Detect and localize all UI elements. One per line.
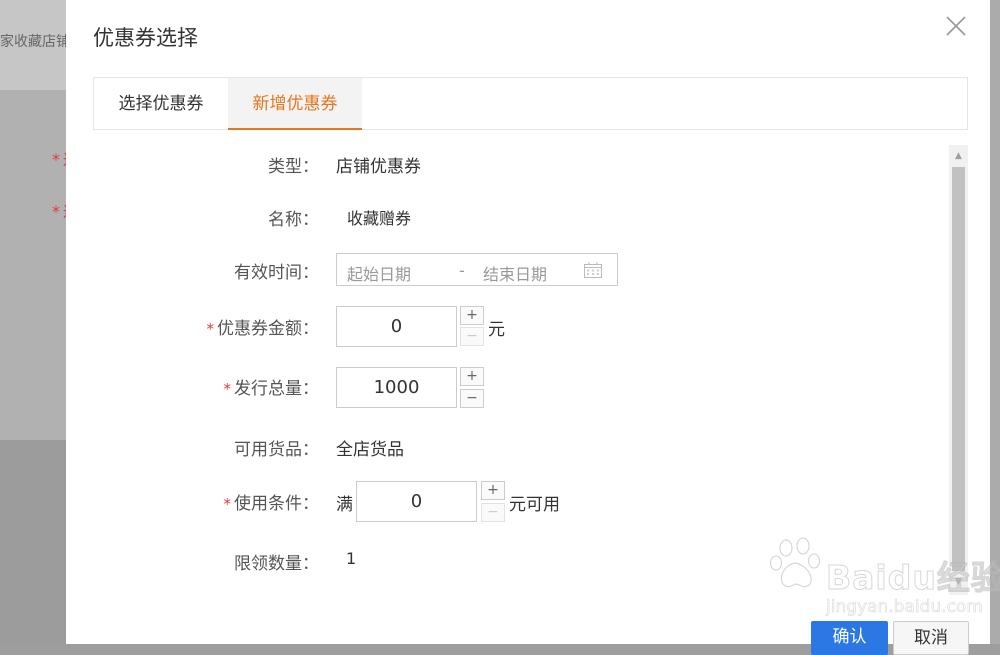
paw-logo-icon <box>769 537 821 588</box>
amount-increment-button[interactable]: + <box>460 306 484 325</box>
date-range-picker[interactable]: 起始日期 - 结束日期 <box>336 253 618 286</box>
watermark-url: jingyan.baidu.com <box>826 597 983 618</box>
valid-time-label: 有效时间： <box>234 263 319 283</box>
condition-label-text: 使用条件： <box>234 494 319 514</box>
limit-value: 1 <box>346 549 357 568</box>
tab-select-coupon[interactable]: 选择优惠券 <box>94 78 228 130</box>
name-value: 收藏赠券 <box>347 209 412 228</box>
condition-increment-button[interactable]: + <box>481 481 505 500</box>
name-label: 名称： <box>268 210 319 230</box>
calendar-icon[interactable] <box>583 261 603 283</box>
background-partial-text: 家收藏店铺 <box>0 34 70 50</box>
total-decrement-button[interactable]: − <box>460 389 484 408</box>
condition-prefix: 满 <box>336 495 353 515</box>
type-label: 类型： <box>268 157 319 177</box>
cancel-button[interactable]: 取消 <box>893 621 969 655</box>
end-date-input[interactable]: 结束日期 <box>483 261 547 285</box>
scroll-up-arrow-icon[interactable]: ▲ <box>949 151 968 161</box>
condition-input[interactable]: 0 <box>356 481 477 522</box>
total-increment-button[interactable]: + <box>460 367 484 386</box>
scrollbar[interactable]: ▲ ▼ <box>949 145 968 595</box>
background-required-marker: * <box>52 202 60 221</box>
required-marker: * <box>206 320 215 338</box>
total-label-text: 发行总量： <box>234 379 319 399</box>
date-range-separator: - <box>459 261 465 280</box>
total-label: * 发行总量： <box>66 374 320 399</box>
goods-value: 全店货品 <box>336 440 404 460</box>
tab-bar: 选择优惠券 新增优惠券 <box>93 77 968 130</box>
amount-unit: 元 <box>488 320 505 340</box>
required-marker: * <box>223 495 232 513</box>
type-value: 店铺优惠券 <box>336 157 421 177</box>
limit-label: 限领数量： <box>234 554 319 574</box>
required-marker: * <box>223 380 232 398</box>
background-required-marker: * <box>52 150 60 169</box>
coupon-select-dialog: 优惠券选择 选择优惠券 新增优惠券 类型： 店铺优惠券 名称： 收藏赠券 有效时… <box>66 0 1000 655</box>
condition-label: * 使用条件： <box>66 489 320 514</box>
condition-decrement-button[interactable]: − <box>481 503 505 522</box>
close-icon[interactable] <box>944 14 968 38</box>
baidu-watermark: Baidu经验 jingyan.baidu.com <box>766 535 1000 620</box>
tab-new-coupon[interactable]: 新增优惠券 <box>228 78 362 130</box>
amount-decrement-button[interactable]: − <box>460 327 484 346</box>
confirm-button[interactable]: 确认 <box>811 621 888 655</box>
amount-label-text: 优惠券金额： <box>217 319 319 339</box>
watermark-brand: Baidu经验 <box>826 558 1000 598</box>
amount-input[interactable]: 0 <box>336 306 457 347</box>
start-date-input[interactable]: 起始日期 <box>347 261 411 285</box>
dialog-title: 优惠券选择 <box>93 26 198 50</box>
scrollbar-thumb[interactable] <box>952 167 965 571</box>
total-input[interactable]: 1000 <box>336 367 457 408</box>
amount-label: * 优惠券金额： <box>66 314 320 339</box>
goods-label: 可用货品： <box>234 440 319 460</box>
condition-suffix: 元可用 <box>509 495 560 515</box>
